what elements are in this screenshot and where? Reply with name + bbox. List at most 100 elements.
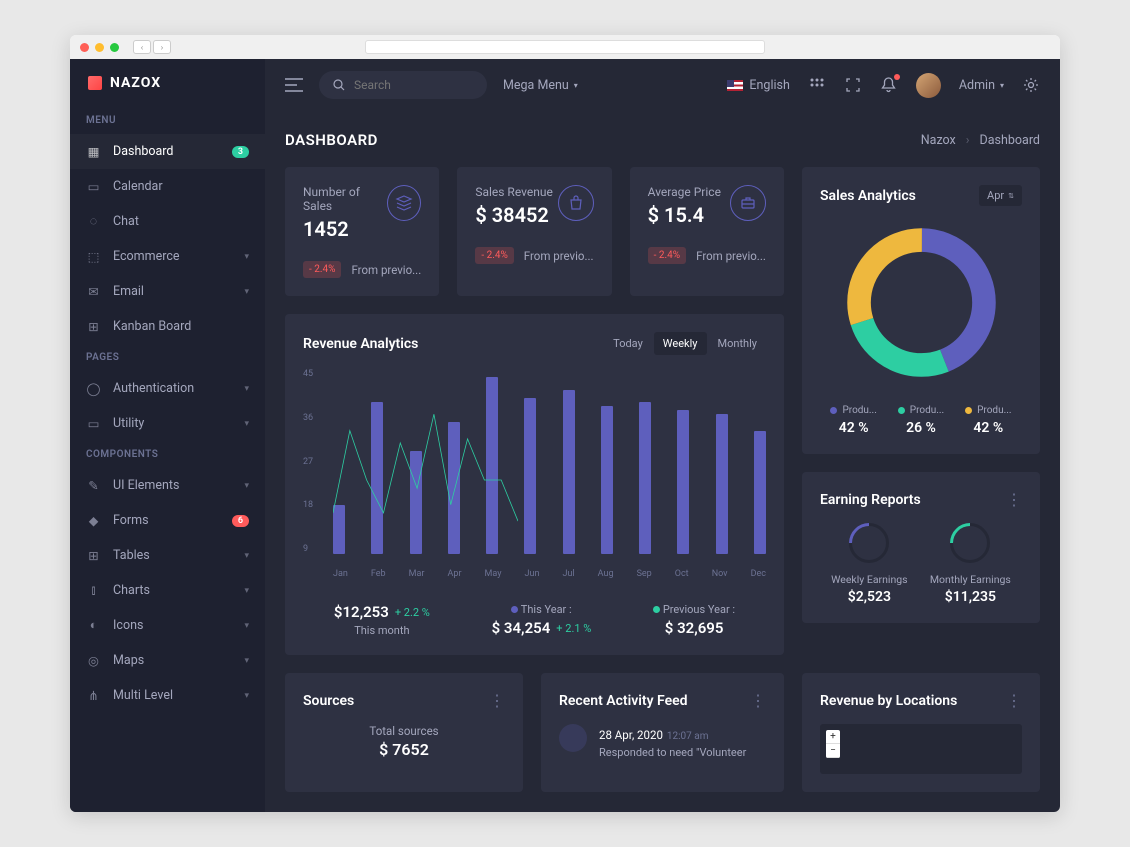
apps-icon[interactable] [808, 76, 826, 94]
dot-icon [653, 606, 660, 613]
chat-icon: ◌ [86, 214, 101, 229]
flag-icon [727, 80, 743, 91]
mail-icon: ✉ [86, 284, 101, 299]
zoom-out-button[interactable]: − [826, 744, 840, 758]
chevron-down-icon: ▾ [244, 481, 249, 491]
pencil-icon: ✎ [86, 478, 101, 493]
gear-icon[interactable] [1022, 76, 1040, 94]
chevron-down-icon: ▾ [244, 656, 249, 666]
table-icon: ⊞ [86, 548, 101, 563]
menu-toggle-icon[interactable] [285, 78, 303, 92]
sales-analytics-card: Sales Analytics Apr ⇅ [802, 167, 1040, 454]
max-dot[interactable] [110, 43, 119, 52]
sources-card: Sources ⋮ Total sources $ 7652 [285, 673, 523, 792]
stat-revenue: Sales Revenue $ 38452 - 2.4% Fro [457, 167, 611, 296]
avatar[interactable] [916, 73, 941, 98]
section-pages: PAGES [70, 344, 265, 371]
dashboard-badge: 3 [232, 146, 249, 158]
section-components: COMPONENTS [70, 441, 265, 468]
more-icon[interactable]: ⋮ [489, 691, 505, 710]
more-icon[interactable]: ⋮ [1006, 691, 1022, 710]
sidebar-item-charts[interactable]: ⫾ Charts ▾ [70, 573, 265, 608]
sidebar-item-multi[interactable]: ⋔ Multi Level ▾ [70, 678, 265, 713]
month-selector[interactable]: Apr ⇅ [979, 185, 1022, 206]
file-icon: ▭ [86, 416, 101, 431]
map[interactable]: + − [820, 724, 1022, 774]
fullscreen-icon[interactable] [844, 76, 862, 94]
activity-avatar [559, 724, 587, 752]
sidebar-item-email[interactable]: ✉ Email ▾ [70, 274, 265, 309]
dot-icon [898, 407, 905, 414]
revenue-chart: 453627189 JanFebMarAprMayJunJulAugSepOct… [303, 369, 766, 579]
user-icon: ◯ [86, 381, 101, 396]
calendar-icon: ▭ [86, 179, 101, 194]
dot-icon [830, 407, 837, 414]
url-bar[interactable] [365, 40, 765, 54]
chevron-down-icon: ▾ [244, 621, 249, 631]
search-input[interactable] [354, 78, 473, 92]
briefcase-icon [730, 185, 766, 221]
sort-icon: ⇅ [1008, 192, 1014, 200]
chevron-right-icon: › [966, 133, 970, 148]
sidebar-item-calendar[interactable]: ▭ Calendar [70, 169, 265, 204]
brush-icon: ◐ [86, 618, 101, 633]
sidebar-item-ui[interactable]: ✎ UI Elements ▾ [70, 468, 265, 503]
dot-icon [965, 407, 972, 414]
shopping-bag-icon [558, 185, 594, 221]
tab-monthly[interactable]: Monthly [709, 332, 767, 355]
search-box[interactable] [319, 71, 487, 99]
sidebar-item-maps[interactable]: ◎ Maps ▾ [70, 643, 265, 678]
sidebar-item-icons[interactable]: ◐ Icons ▾ [70, 608, 265, 643]
sidebar-item-dashboard[interactable]: ▦ Dashboard 3 [70, 134, 265, 169]
monthly-progress [950, 523, 990, 563]
tab-weekly[interactable]: Weekly [654, 332, 707, 355]
kanban-icon: ⊞ [86, 319, 101, 334]
chevron-down-icon: ▾ [244, 586, 249, 596]
sidebar-item-ecommerce[interactable]: ⬚ Ecommerce ▾ [70, 239, 265, 274]
activity-card: Recent Activity Feed ⋮ 28 Apr, 2020 12:0… [541, 673, 784, 792]
min-dot[interactable] [95, 43, 104, 52]
sidebar-item-utility[interactable]: ▭ Utility ▾ [70, 406, 265, 441]
app-name: NAZOX [110, 75, 161, 91]
sidebar-item-tables[interactable]: ⊞ Tables ▾ [70, 538, 265, 573]
logo-icon [88, 76, 102, 90]
sidebar: NAZOX MENU ▦ Dashboard 3 ▭ Calendar ◌ Ch… [70, 59, 265, 812]
language-selector[interactable]: English [727, 78, 789, 93]
bell-icon[interactable] [880, 76, 898, 94]
chevron-down-icon: ▾ [1000, 81, 1004, 90]
chart-icon: ⫾ [86, 583, 101, 598]
locations-card: Revenue by Locations ⋮ + − [802, 673, 1040, 792]
sidebar-item-chat[interactable]: ◌ Chat [70, 204, 265, 239]
chevron-down-icon: ▾ [574, 81, 578, 90]
mega-menu-button[interactable]: Mega Menu ▾ [503, 78, 578, 93]
share-icon: ⋔ [86, 688, 101, 703]
weekly-progress [849, 523, 889, 563]
notification-dot [894, 74, 900, 80]
pin-icon: ◎ [86, 653, 101, 668]
more-icon[interactable]: ⋮ [1006, 490, 1022, 509]
tab-today[interactable]: Today [604, 332, 652, 355]
topbar: Mega Menu ▾ English [265, 59, 1060, 111]
more-icon[interactable]: ⋮ [750, 691, 766, 710]
forms-badge: 6 [232, 515, 249, 527]
earning-reports-card: Earning Reports ⋮ Weekly Earnings $2,523 [802, 472, 1040, 623]
sidebar-item-auth[interactable]: ◯ Authentication ▾ [70, 371, 265, 406]
search-icon [333, 79, 346, 92]
back-button[interactable]: ‹ [133, 40, 151, 54]
stat-sales: Number of Sales 1452 - 2.4% From [285, 167, 439, 296]
browser-chrome-bar: ‹ › [70, 35, 1060, 59]
zoom-in-button[interactable]: + [826, 730, 840, 744]
admin-dropdown[interactable]: Admin ▾ [959, 78, 1004, 93]
revenue-analytics-card: Revenue Analytics Today Weekly Monthly 4… [285, 314, 784, 655]
chevron-down-icon: ▾ [244, 551, 249, 561]
chevron-down-icon: ▾ [244, 691, 249, 701]
chevron-down-icon: ▾ [244, 419, 249, 429]
sidebar-item-kanban[interactable]: ⊞ Kanban Board [70, 309, 265, 344]
stat-price: Average Price $ 15.4 - 2.4% From [630, 167, 784, 296]
close-dot[interactable] [80, 43, 89, 52]
logo: NAZOX [70, 59, 265, 107]
activity-row: 28 Apr, 2020 12:07 am Responded to need … [559, 724, 766, 759]
sidebar-item-forms[interactable]: ◆ Forms 6 [70, 503, 265, 538]
forms-icon: ◆ [86, 513, 101, 528]
forward-button[interactable]: › [153, 40, 171, 54]
